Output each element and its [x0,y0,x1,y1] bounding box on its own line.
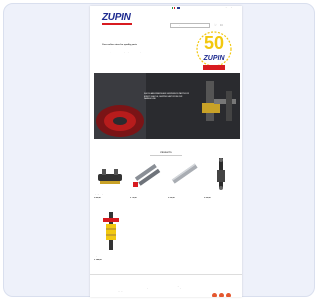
footer-column: Info About us Contact Shipping [116,286,138,293]
flag-it-icon[interactable] [172,7,175,9]
anniversary-badge: 50 ZUPIN [194,29,234,73]
product-name: Steel tube 500mm [168,194,181,195]
badge-brand: ZUPIN [203,55,225,62]
website-page[interactable]: Login / Register ZUPIN Search for produc… [90,6,242,297]
product-name: Adjustable rear shock [94,256,110,257]
youtube-icon[interactable] [226,293,231,297]
product-card[interactable]: Spring compressor kit € 49,90 Add to car… [94,156,128,204]
product-card[interactable]: Fork tube set € 79,00 Add to cart [130,156,164,204]
product-name: Spring compressor kit [94,194,110,195]
footer-logo[interactable]: ZUPIN [96,286,101,288]
product-name: Fork tube set [130,194,140,195]
product-image [217,158,225,190]
account-link[interactable]: Login / Register [224,7,240,9]
add-to-cart-link[interactable]: Add to cart [94,262,128,264]
site-logo[interactable]: ZUPIN [102,13,132,27]
cart-icon[interactable]: ⊡ [220,24,223,27]
site-footer: ZUPIN Info About us Contact Shipping Cus… [90,274,242,297]
add-to-cart-link[interactable]: Add to cart [130,200,164,202]
product-image [171,163,198,184]
footer-link[interactable]: Cookies [176,291,198,293]
product-card[interactable]: Steel tube 500mm € 29,50 Add to cart [168,156,202,204]
instagram-icon[interactable] [219,293,224,297]
add-to-cart-link[interactable]: Add to cart [94,200,128,202]
products-section-title: PRODUCTS [160,152,172,154]
product-price: € 29,50 [168,197,175,199]
product-card[interactable]: Rear shock absorber € 99,00 Add to cart [204,156,238,204]
product-card[interactable]: Adjustable rear shock € 149,00 Add to ca… [94,210,128,266]
search-placeholder: Search for products... [172,25,188,26]
logo-text: ZUPIN [102,12,131,23]
flag-uk-icon[interactable] [177,7,180,9]
product-price: € 149,00 [94,259,102,261]
language-flags[interactable] [172,7,180,9]
search-input[interactable]: Search for products... [170,23,210,28]
product-image [133,163,161,187]
hero-caption: SHOCK ABSORBERS AND SUSPENSION PARTS FOR… [144,93,190,101]
badge-number: 50 [203,33,225,53]
product-price: € 49,90 [94,197,101,199]
headline-secondary: Professional tools, accessories and spar… [98,52,142,53]
headline-primary: Your online store for quality parts [102,44,137,46]
facebook-icon[interactable] [212,293,217,297]
product-price: € 79,00 [130,197,137,199]
footer-link[interactable]: Shipping [116,291,138,293]
product-image [103,212,119,250]
wishlist-icon[interactable]: ♡ [214,24,217,27]
footer-link[interactable]: Returns [146,291,168,293]
footer-column: Customer My account Orders Returns [146,286,168,293]
hero-image [94,73,240,139]
add-to-cart-link[interactable]: Add to cart [204,200,238,202]
product-price: € 99,00 [204,197,211,199]
add-to-cart-link[interactable]: Add to cart [168,200,202,202]
product-image [98,169,122,184]
footer-column: Legal Privacy Terms Cookies [176,286,198,293]
hero-banner[interactable]: SHOCK ABSORBERS AND SUSPENSION PARTS FOR… [94,73,240,139]
product-name: Rear shock absorber [204,194,219,195]
logo-red-bar [102,23,132,25]
